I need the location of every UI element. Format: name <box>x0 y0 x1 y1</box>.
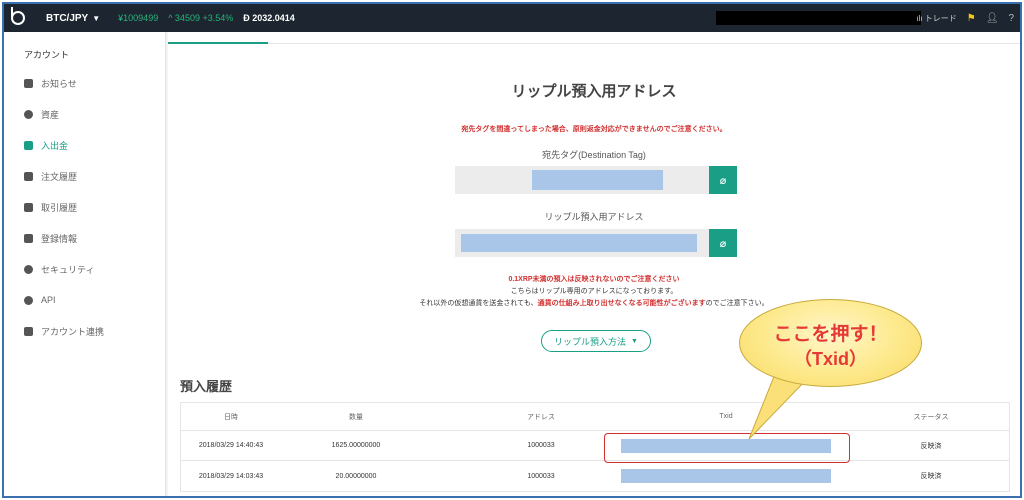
pair-selector[interactable]: BTC/JPY ▼ <box>46 13 100 24</box>
id-card-icon <box>24 233 33 243</box>
bitbank-logo-icon[interactable] <box>4 4 32 32</box>
tag-warning: 宛先タグを間違ってしまった場合、原則返金対応ができませんのでご注意ください。 <box>461 126 727 133</box>
sidebar-item-assets[interactable]: 資産 <box>24 107 59 121</box>
row-qty: 1625.00000000 <box>331 442 381 449</box>
flag-icon[interactable]: ⚑ <box>967 13 976 24</box>
callout-line1: ここを押す！ <box>773 324 888 345</box>
copy-address-button[interactable]: ⌀ <box>709 229 737 257</box>
tag-label: 宛先タグ(Destination Tag) <box>542 150 646 160</box>
sidebar: アカウント お知らせ 資産 入出金 注文履歴 取引履歴 登録情報 セキュリティ <box>4 32 166 496</box>
chart-icon: ılı <box>916 13 923 23</box>
xrp-only-note: こちらはリップル専用のアドレスになっております。 <box>510 288 678 295</box>
screenshot-frame: BTC/JPY ▼ ¥1009499 ^ 34509 +3.54% Ɖ 2032… <box>2 2 1022 498</box>
address-label: リップル預入用アドレス <box>544 212 644 222</box>
sidebar-item-profile[interactable]: 登録情報 <box>24 231 77 245</box>
sidebar-item-orders[interactable]: 注文履歴 <box>24 169 77 183</box>
trade-label: トレード <box>924 13 957 23</box>
caret-down-icon: ▼ <box>631 337 638 345</box>
deposit-method-label: リップル預入方法 <box>554 336 627 347</box>
copy-tag-button[interactable]: ⌀ <box>709 166 737 194</box>
people-icon <box>24 326 33 336</box>
sidebar-item-label: アカウント連携 <box>41 326 105 337</box>
bank-icon <box>24 140 33 150</box>
redacted-tag <box>532 170 663 190</box>
sidebar-item-account-link[interactable]: アカウント連携 <box>24 324 104 338</box>
note-pre: それ以外の仮想通貨を送金されても、 <box>419 300 538 307</box>
tab-divider <box>268 43 1020 44</box>
note-red-part: 通貨の仕組み上取り出せなくなる可能性がございます <box>537 300 706 307</box>
row-address: 1000033 <box>527 442 555 449</box>
destination-tag-value[interactable] <box>455 166 709 194</box>
sidebar-item-trades[interactable]: 取引履歴 <box>24 200 77 214</box>
sidebar-item-label: 取引履歴 <box>41 202 78 213</box>
gear-icon <box>24 295 33 305</box>
clipboard-icon <box>24 171 33 181</box>
history-title: 預入履歴 <box>180 379 233 394</box>
deposit-address-field: ⌀ <box>455 229 737 257</box>
deposit-address-value[interactable] <box>455 229 709 257</box>
min-deposit-note: 0.1XRP未満の預入は反映されないのでご注意ください <box>508 276 680 283</box>
help-icon[interactable]: ? <box>1008 13 1014 24</box>
row-date: 2018/03/29 14:03:43 <box>198 472 264 480</box>
chevron-down-icon: ▼ <box>92 13 101 23</box>
sidebar-item-deposit[interactable]: 入出金 <box>24 138 68 152</box>
redacted-txid <box>621 469 831 483</box>
sidebar-item-label: API <box>41 295 56 305</box>
sidebar-item-label: 登録情報 <box>41 233 78 244</box>
trade-link[interactable]: ılı トレード <box>916 13 956 24</box>
sidebar-item-api[interactable]: API <box>24 293 56 307</box>
page-title: リップル預入用アドレス <box>511 83 677 100</box>
ticker-ref-price: Ɖ 2032.0414 <box>243 13 295 23</box>
clip-icon: ⌀ <box>719 237 727 250</box>
redacted-address <box>461 234 697 252</box>
active-tab-indicator[interactable] <box>168 42 268 44</box>
sidebar-title: アカウント <box>24 50 70 60</box>
table-row: 2018/03/29 14:03:43 20.00000000 1000033 … <box>181 461 1009 491</box>
deposit-method-button[interactable]: リップル預入方法 ▼ <box>541 330 651 352</box>
callout-line2: （Txid） <box>793 349 867 369</box>
ticker-change: ^ 34509 +3.54% <box>168 13 234 23</box>
sidebar-item-security[interactable]: セキュリティ <box>24 262 94 276</box>
ticker-price: ¥1009499 <box>118 13 159 23</box>
top-right-menu: ılı トレード ⚑ 👤︎ ? <box>916 4 1014 32</box>
row-status: 反映済 <box>920 473 942 480</box>
sidebar-item-label: 入出金 <box>41 140 69 151</box>
row-address: 1000033 <box>527 472 555 480</box>
sidebar-item-news[interactable]: お知らせ <box>24 76 77 90</box>
col-qty: 数量 <box>349 413 363 421</box>
col-date: 日時 <box>224 413 238 421</box>
top-bar: BTC/JPY ▼ ¥1009499 ^ 34509 +3.54% Ɖ 2032… <box>4 4 1020 32</box>
asset-icon <box>24 109 33 119</box>
sidebar-item-label: 注文履歴 <box>41 171 78 182</box>
destination-tag-field: ⌀ <box>455 166 737 194</box>
row-date: 2018/03/29 14:40:43 <box>198 442 264 449</box>
callout-bubble: ここを押す！ （Txid） <box>739 299 922 440</box>
shield-icon <box>24 264 33 274</box>
sidebar-item-label: セキュリティ <box>41 264 95 275</box>
document-icon <box>24 202 33 212</box>
clip-icon: ⌀ <box>719 174 727 187</box>
redacted-bar <box>716 11 921 25</box>
message-icon <box>24 78 33 88</box>
user-icon[interactable]: 👤︎ <box>986 13 999 24</box>
row-txid-link[interactable] <box>601 461 851 491</box>
sidebar-item-label: お知らせ <box>41 78 77 89</box>
col-address: アドレス <box>527 413 555 421</box>
row-qty: 20.00000000 <box>335 472 377 480</box>
sidebar-item-label: 資産 <box>41 109 60 120</box>
pair-label: BTC/JPY <box>46 12 89 24</box>
